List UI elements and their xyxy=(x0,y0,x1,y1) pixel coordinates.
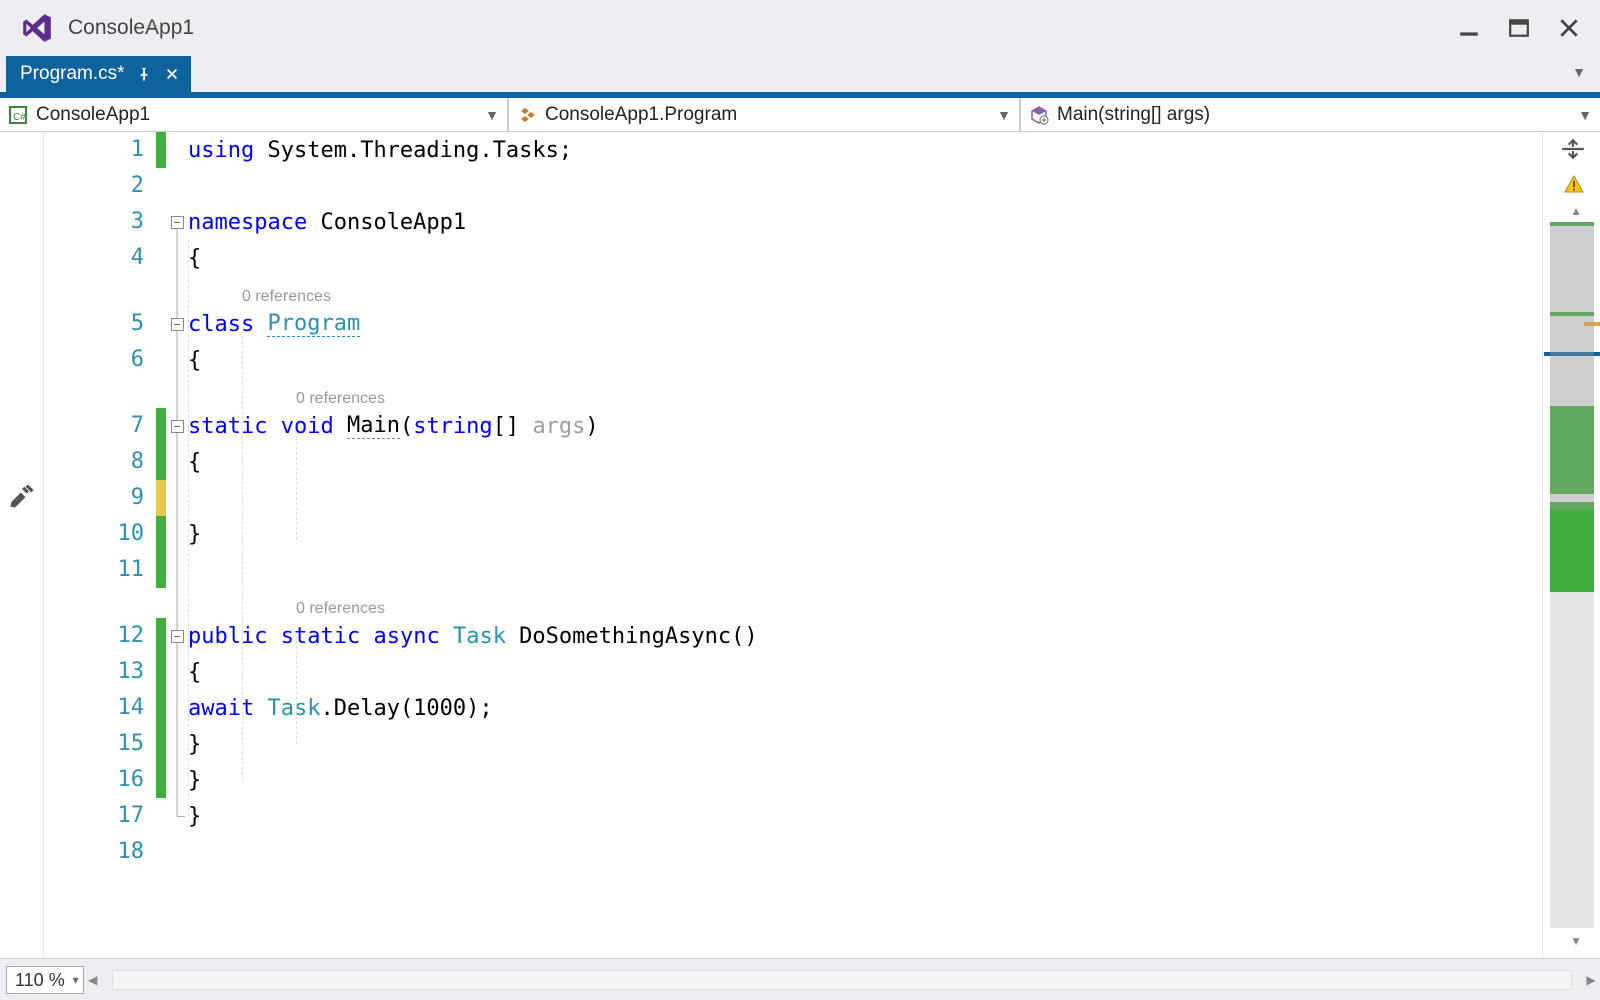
code-line: } xyxy=(188,798,1542,834)
zoom-value: 110 % xyxy=(15,970,65,990)
overview-ruler[interactable] xyxy=(1550,222,1594,928)
nav-class-dropdown[interactable]: ConsoleApp1.Program ▼ xyxy=(508,98,1020,131)
chevron-down-icon: ▼ xyxy=(997,107,1011,123)
nav-project-dropdown[interactable]: C# ConsoleApp1 ▼ xyxy=(0,98,508,131)
chevron-down-icon: ▼ xyxy=(485,107,499,123)
nav-member-dropdown[interactable]: Main(string[] args) ▼ xyxy=(1020,98,1600,131)
editor-bottom-bar: 110 % ◀ ▶ xyxy=(0,958,1600,1000)
line-number: 2 xyxy=(44,168,144,204)
line-number: 18 xyxy=(44,834,144,870)
line-number-gutter: 1 2 3 4 5 6 7 8 9 10 11 12 13 14 15 16 1… xyxy=(44,132,156,958)
code-line xyxy=(188,168,1542,204)
code-line: { xyxy=(188,240,1542,276)
code-line: using System.Threading.Tasks; xyxy=(188,132,1542,168)
nav-project-label: ConsoleApp1 xyxy=(36,104,150,126)
fold-toggle[interactable]: − xyxy=(171,420,184,433)
horizontal-scrollbar[interactable] xyxy=(112,970,1572,990)
document-tab-row: Program.cs* ▼ xyxy=(0,56,1600,98)
editor-right-rail: ▲ ▼ xyxy=(1542,132,1600,958)
fold-toggle[interactable]: − xyxy=(171,630,184,643)
line-number: 15 xyxy=(44,726,144,762)
code-line xyxy=(188,552,1542,588)
pin-icon[interactable] xyxy=(135,65,153,83)
line-number: 8 xyxy=(44,444,144,480)
zoom-dropdown[interactable]: 110 % xyxy=(6,966,84,994)
code-text-area[interactable]: using System.Threading.Tasks; namespace … xyxy=(188,132,1542,958)
change-marker-gutter xyxy=(156,132,166,958)
indent-guide xyxy=(242,336,243,780)
line-number: 10 xyxy=(44,516,144,552)
method-icon xyxy=(1029,105,1049,125)
line-number: 13 xyxy=(44,654,144,690)
minimize-icon[interactable] xyxy=(1458,17,1480,39)
navbar: C# ConsoleApp1 ▼ ConsoleApp1.Program ▼ M… xyxy=(0,98,1600,132)
hscroll-right-icon[interactable]: ▶ xyxy=(1582,973,1600,987)
document-tab[interactable]: Program.cs* xyxy=(6,56,191,92)
indent-guide xyxy=(188,240,189,816)
titlebar: ConsoleApp1 xyxy=(0,0,1600,56)
glyph-margin xyxy=(0,132,44,958)
fold-gutter: − − − − xyxy=(166,132,188,958)
line-number: 17 xyxy=(44,798,144,834)
tab-close-icon[interactable] xyxy=(163,65,181,83)
line-number: 3 xyxy=(44,204,144,240)
hscroll-left-icon[interactable]: ◀ xyxy=(84,973,102,987)
codelens[interactable]: 0 references xyxy=(188,276,1542,306)
overview-viewport[interactable] xyxy=(1550,222,1594,510)
codelens[interactable]: 0 references xyxy=(188,588,1542,618)
scroll-up-icon[interactable]: ▲ xyxy=(1570,204,1582,218)
code-editor[interactable]: 1 2 3 4 5 6 7 8 9 10 11 12 13 14 15 16 1… xyxy=(0,132,1600,958)
quick-action-icon[interactable] xyxy=(8,482,36,510)
line-number: 16 xyxy=(44,762,144,798)
fold-toggle[interactable]: − xyxy=(171,216,184,229)
codelens[interactable]: 0 references xyxy=(188,378,1542,408)
nav-member-label: Main(string[] args) xyxy=(1057,104,1210,126)
code-line: { xyxy=(188,342,1542,378)
scroll-down-icon[interactable]: ▼ xyxy=(1570,934,1582,948)
tab-overflow-icon[interactable]: ▼ xyxy=(1572,64,1586,80)
indent-guide xyxy=(296,432,297,540)
code-line: await Task.Delay(1000); xyxy=(188,690,1542,726)
line-number: 4 xyxy=(44,240,144,276)
csharp-project-icon: C# xyxy=(8,105,28,125)
maximize-icon[interactable] xyxy=(1508,17,1530,39)
window-title: ConsoleApp1 xyxy=(68,16,1458,40)
document-tab-label: Program.cs* xyxy=(20,63,125,85)
code-line: } xyxy=(188,762,1542,798)
code-line: { xyxy=(188,444,1542,480)
split-editor-icon[interactable] xyxy=(1560,138,1586,160)
indent-guide xyxy=(296,636,297,744)
line-number: 7 xyxy=(44,408,144,444)
code-line: public static async Task DoSomethingAsyn… xyxy=(188,618,1542,654)
line-number: 1 xyxy=(44,132,144,168)
chevron-down-icon: ▼ xyxy=(1578,107,1592,123)
line-number: 12 xyxy=(44,618,144,654)
warning-icon[interactable] xyxy=(1564,174,1584,194)
code-line: class Program xyxy=(188,306,1542,342)
code-line xyxy=(188,834,1542,870)
line-number: 14 xyxy=(44,690,144,726)
code-line: namespace ConsoleApp1 xyxy=(188,204,1542,240)
class-icon xyxy=(517,105,537,125)
line-number: 11 xyxy=(44,552,144,588)
nav-class-label: ConsoleApp1.Program xyxy=(545,104,737,126)
svg-text:C#: C# xyxy=(13,112,26,123)
fold-toggle[interactable]: − xyxy=(171,318,184,331)
line-number: 9 xyxy=(44,480,144,516)
code-line: static void Main(string[] args) xyxy=(188,408,1542,444)
visual-studio-icon xyxy=(20,11,54,45)
code-line: { xyxy=(188,654,1542,690)
close-icon[interactable] xyxy=(1558,17,1580,39)
line-number: 5 xyxy=(44,306,144,342)
line-number: 6 xyxy=(44,342,144,378)
code-line: } xyxy=(188,726,1542,762)
code-line xyxy=(188,480,1542,516)
code-line: } xyxy=(188,516,1542,552)
